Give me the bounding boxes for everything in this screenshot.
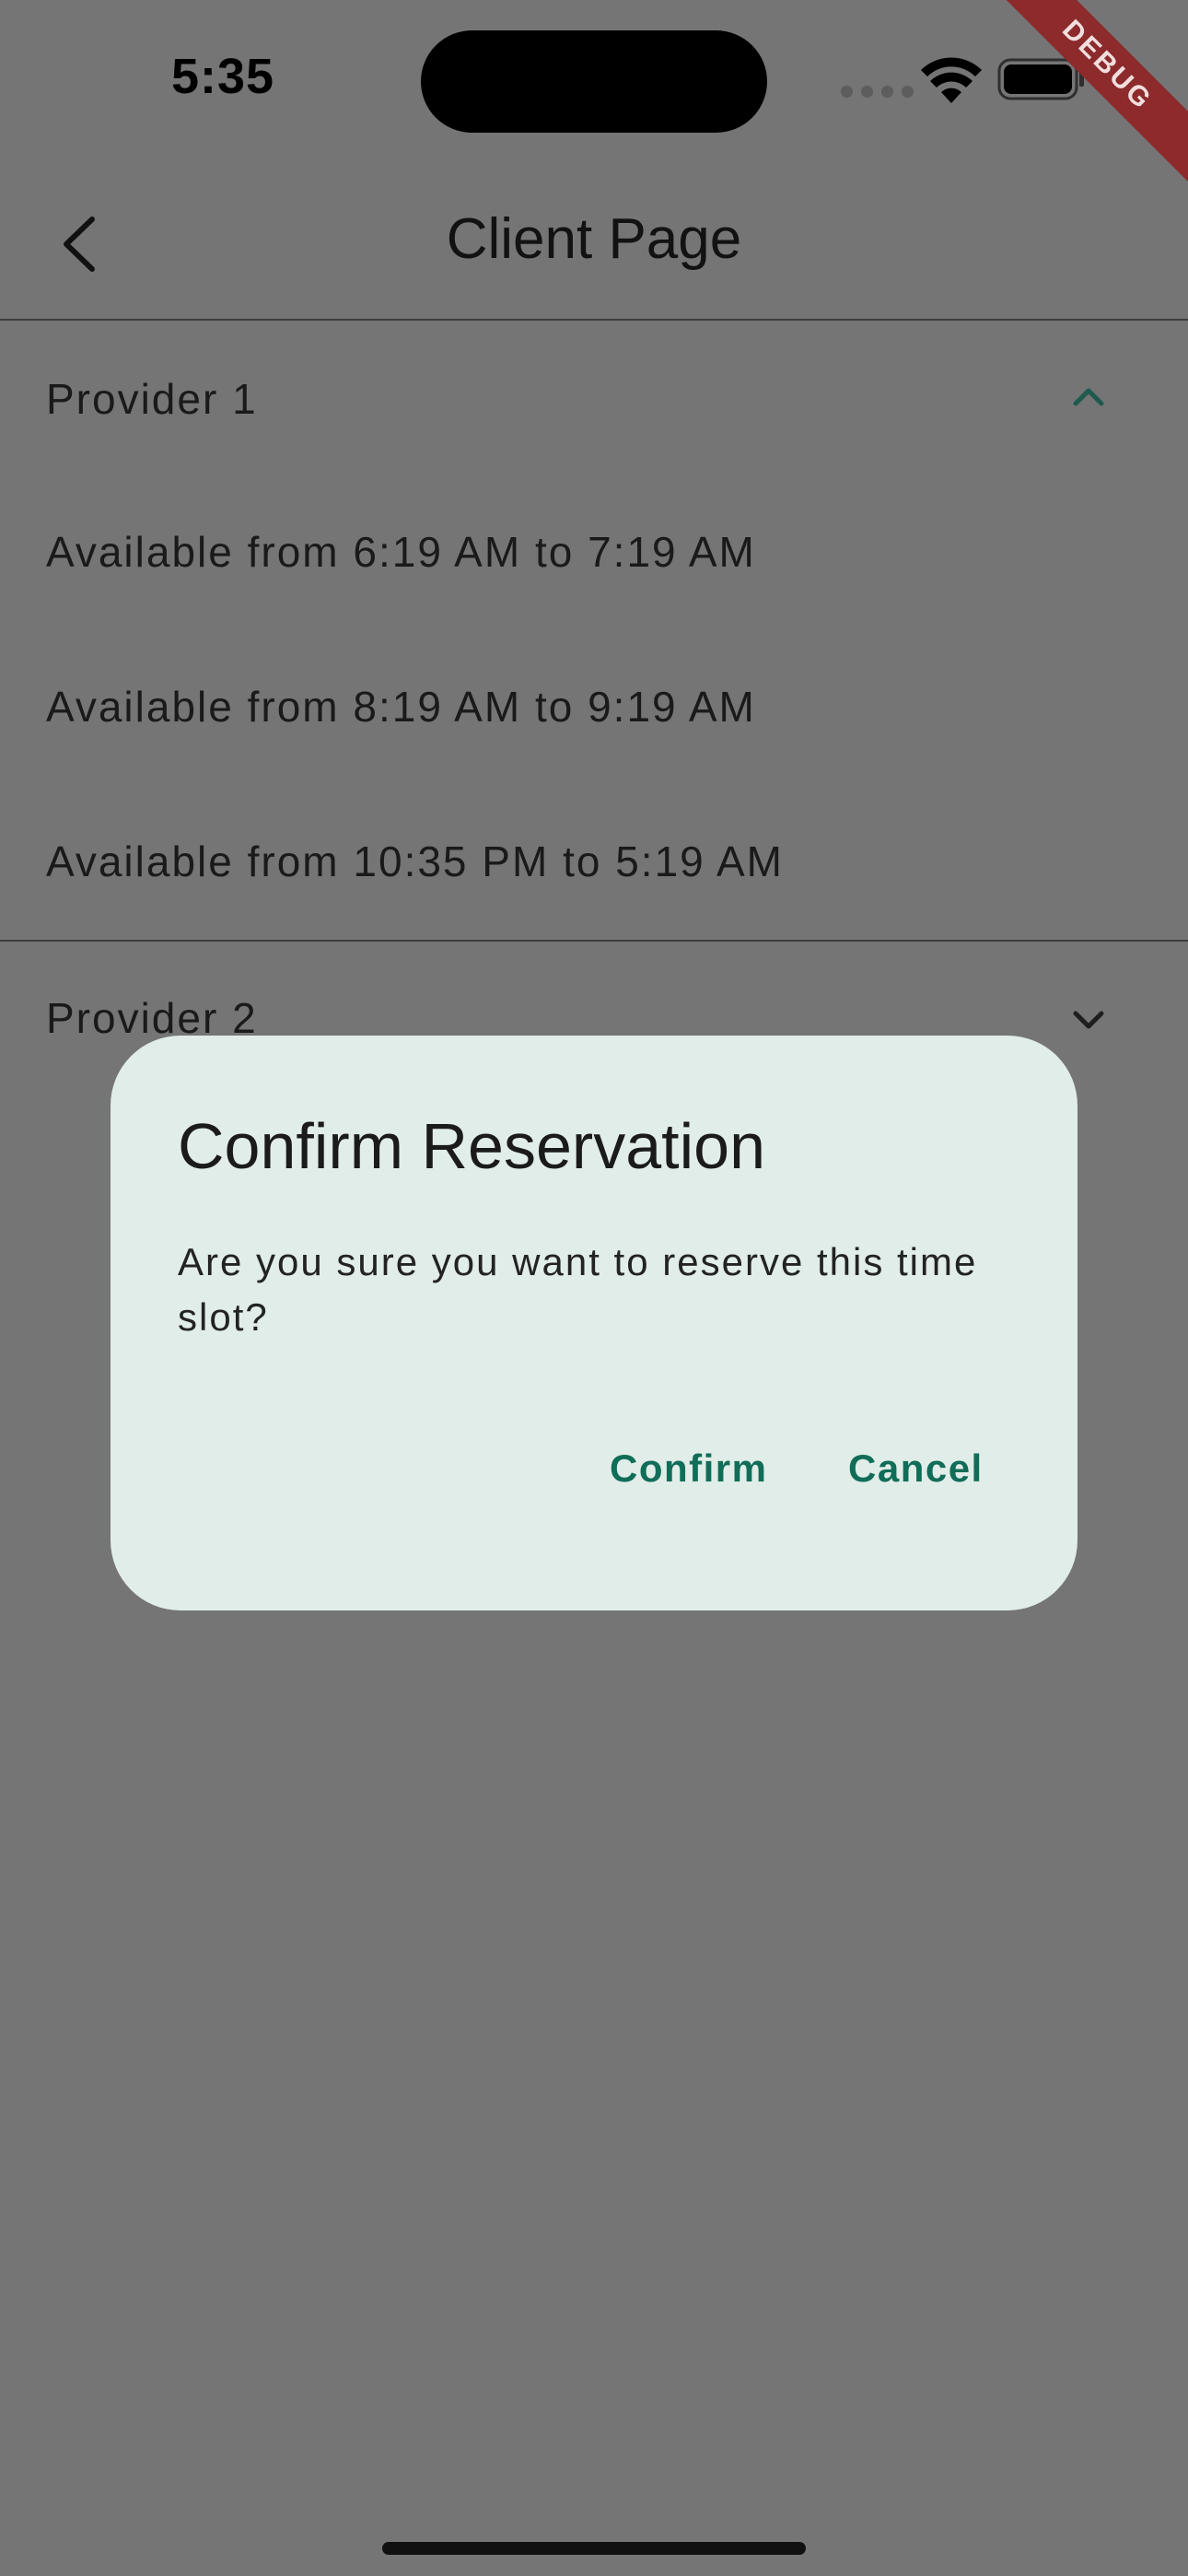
provider-name: Provider 1 — [46, 375, 258, 423]
cellular-signal-icon — [841, 86, 914, 98]
status-time: 5:35 — [171, 49, 275, 104]
cancel-button[interactable]: Cancel — [848, 1446, 984, 1491]
chevron-up-icon — [1073, 388, 1104, 406]
wifi-icon — [921, 57, 982, 103]
provider-1-header[interactable]: Provider 1 — [0, 322, 1188, 470]
home-indicator[interactable] — [382, 2542, 806, 2555]
time-slot-item[interactable]: Available from 8:19 AM to 9:19 AM — [46, 682, 756, 732]
time-slot-item[interactable]: Available from 6:19 AM to 7:19 AM — [46, 527, 756, 577]
time-slot-item[interactable]: Available from 10:35 PM to 5:19 AM — [46, 837, 784, 886]
chevron-down-icon — [1073, 1011, 1104, 1029]
confirm-button[interactable]: Confirm — [610, 1446, 768, 1491]
page-title: Client Page — [446, 207, 742, 271]
dynamic-island — [421, 30, 767, 133]
status-bar: 5:35 — [0, 0, 1188, 157]
app-bar: Client Page — [0, 157, 1188, 321]
confirm-reservation-dialog: Confirm Reservation Are you sure you wan… — [111, 1036, 1077, 1610]
dialog-title: Confirm Reservation — [178, 1110, 765, 1182]
dialog-message: Are you sure you want to reserve this ti… — [178, 1240, 978, 1339]
